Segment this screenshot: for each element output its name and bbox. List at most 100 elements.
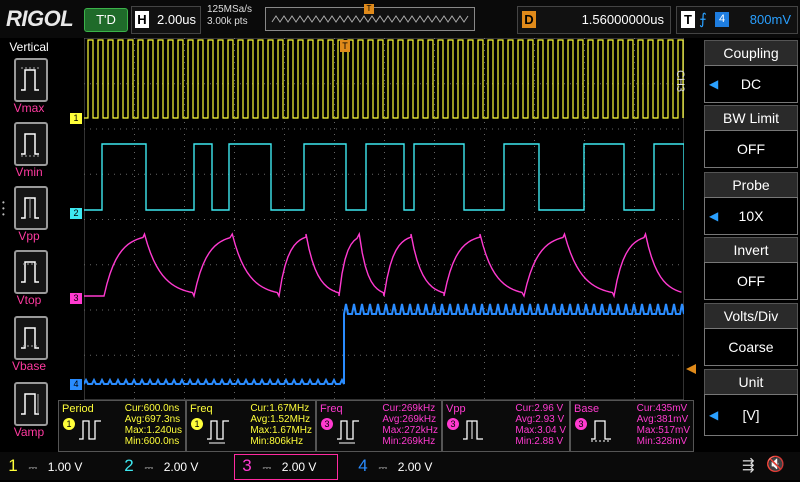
probe-button[interactable]: ◀ 10X [704,197,798,235]
measurement-min: Min:2.88 V [515,436,564,447]
measurement-cur: Cur:2.96 V [515,403,564,414]
vtop-icon [21,261,39,283]
measurement-source: 1 [63,418,75,430]
memory-depth: 3.00k pts [207,16,248,27]
ch4-status[interactable]: 4 ⎓ 2.00 V [352,452,432,480]
measurement-source: 3 [321,418,333,430]
unit-button[interactable]: ◀ [V] [704,394,798,436]
menu-page-dots-left: • • • [2,198,5,219]
measurement-name: Period [62,403,94,415]
memory-trigger-marker: T [364,4,374,14]
vmax-icon [21,67,39,91]
ch1-status[interactable]: 1 ⎓ 1.00 V [2,452,82,480]
ch2-scale: 2.00 V [163,460,199,474]
trigger-level: 800mV [749,12,791,27]
rising-edge-icon: ⨍ [699,11,707,28]
measurement-vpp-ch3[interactable]: Vpp 3 Cur:2.96 V Avg:2.93 V Max:3.04 V M… [442,400,570,452]
measurement-min: Min:269kHz [382,436,436,447]
measurement-name: Freq [320,403,343,415]
bw-limit-button[interactable]: OFF [704,130,798,168]
measurement-name: Base [574,403,600,415]
vtop-label: Vtop [16,293,42,307]
measurement-freq-ch3[interactable]: Freq 3 Cur:269kHz Avg:269kHz Max:272kHz … [316,400,442,452]
measurement-avg: Avg:381mV [636,414,689,425]
speaker-muted-icon[interactable]: 🔇 [766,455,785,473]
coupling-arrow-icon: ◀ [709,77,719,91]
measurement-avg: Avg:1.52MHz [250,414,311,425]
invert-value: OFF [737,273,765,289]
dc-coupling-icon: ⎓ [144,462,154,474]
timebase-value: 2.00us [157,12,197,27]
frequency-icon [337,420,359,444]
timebase-box[interactable]: H 2.00us [131,6,201,34]
bw-limit-value: OFF [737,141,765,157]
measurement-freq-ch1[interactable]: Freq 1 Cur:1.67MHz Avg:1.52MHz Max:1.67M… [186,400,316,452]
dc-coupling-icon: ⎓ [28,462,38,474]
run-state-badge[interactable]: T'D [84,8,128,32]
vpp-icon [463,420,483,440]
ch2-status[interactable]: 2 ⎓ 2.00 V [118,452,198,480]
invert-button[interactable]: OFF [704,262,798,300]
measurement-cur: Cur:269kHz [382,403,436,414]
measurement-max: Max:1.67MHz [250,425,312,436]
vtop-button[interactable] [14,250,48,294]
vmin-button[interactable] [14,122,48,166]
vamp-label: Vamp [13,425,45,439]
measurement-max: Max:517mV [636,425,690,436]
volts-div-title: Volts/Div [704,303,798,329]
measurement-min: Min:806kHz [250,436,304,447]
delay-box[interactable]: D 1.56000000us [517,6,671,34]
measurement-min: Min:600.0ns [124,436,180,447]
coupling-title: Coupling [704,40,798,66]
measurement-avg: Avg:269kHz [382,414,437,425]
vpp-button[interactable] [14,186,48,230]
measurement-values: Cur:1.67MHz Avg:1.52MHz Max:1.67MHz Min:… [250,403,312,447]
coupling-value: DC [740,76,762,92]
trigger-position-marker[interactable]: T [340,40,350,52]
acquisition-info: 125MSa/s 3.00k pts [207,4,252,28]
brand-logo: RIGOL [6,6,74,31]
measurement-source: 3 [575,418,587,430]
measurement-avg: Avg:2.93 V [515,414,565,425]
ch2-marker[interactable]: 2 [70,208,82,219]
measurement-values: Cur:2.96 V Avg:2.93 V Max:3.04 V Min:2.8… [515,403,566,447]
ch3-status[interactable]: 3 ⎓ 2.00 V [236,452,316,480]
ch4-marker[interactable]: 4 [70,379,82,390]
probe-value: 10X [738,208,764,224]
memory-overview-strip[interactable]: T [265,4,475,31]
measurement-base-ch3[interactable]: Base 3 Cur:435mV Avg:381mV Max:517mV Min… [570,400,694,452]
base-icon [591,420,611,442]
dc-coupling-icon: ⎓ [262,462,272,474]
vbase-button[interactable] [14,316,48,360]
period-icon [79,420,101,440]
ch1-marker[interactable]: 1 [70,113,82,124]
horizontal-key: H [135,11,149,28]
waveform-display[interactable] [84,38,684,400]
measurement-avg: Avg:697.3ns [124,414,181,425]
trigger-box[interactable]: T ⨍ 4 800mV [676,6,798,34]
menu-channel-tag: CH3 [674,70,686,93]
vbase-icon [21,327,39,349]
bw-limit-title: BW Limit [704,105,798,131]
measurement-cur: Cur:1.67MHz [250,403,310,414]
vmax-button[interactable] [14,58,48,102]
usb-icon: ⇶ [742,457,755,474]
volts-div-value: Coarse [728,339,774,355]
ch1-scale: 1.00 V [47,460,83,474]
measurement-max: Max:3.04 V [515,425,566,436]
vpp-label: Vpp [18,229,40,243]
volts-div-button[interactable]: Coarse [704,328,798,366]
trigger-key: T [681,11,695,28]
dc-coupling-icon: ⎓ [378,462,388,474]
coupling-button[interactable]: ◀ DC [704,65,798,103]
ch3-marker[interactable]: 3 [70,293,82,304]
measurement-name: Freq [190,403,213,415]
ch2-number: 2 [124,456,134,475]
vamp-button[interactable] [14,382,48,426]
ch4-number: 4 [358,456,368,475]
measurement-values: Cur:269kHz Avg:269kHz Max:272kHz Min:269… [382,403,438,447]
measurement-values: Cur:435mV Avg:381mV Max:517mV Min:328mV [637,403,690,447]
measurement-max: Max:272kHz [382,425,438,436]
measurement-period-ch1[interactable]: Period 1 Cur:600.0ns Avg:697.3ns Max:1.2… [58,400,186,452]
trigger-level-marker[interactable] [686,364,696,374]
